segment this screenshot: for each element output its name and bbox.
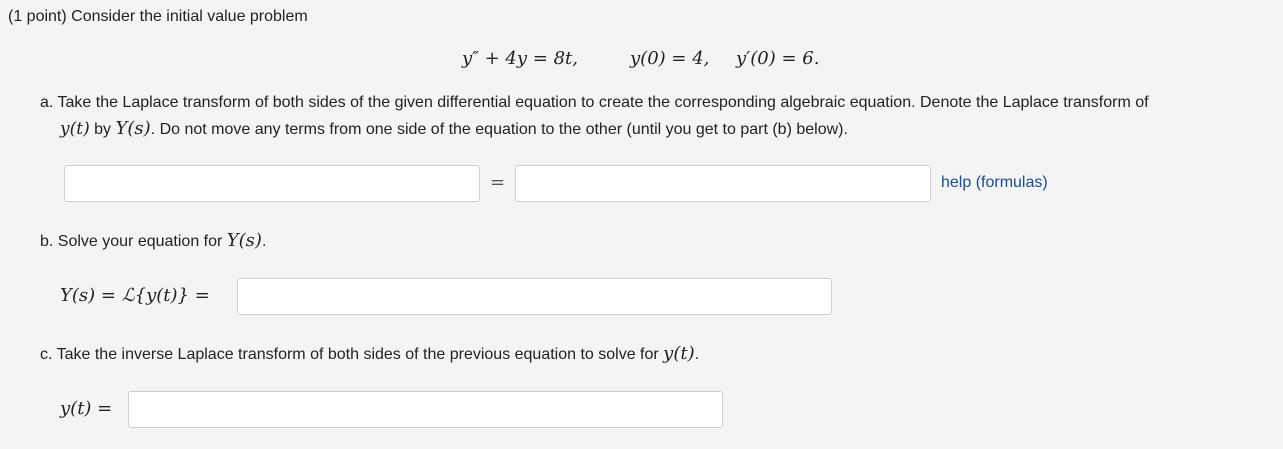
- ode-equation: y″ + 4y = 8t,: [462, 48, 578, 69]
- problem-intro: (1 point) Consider the initial value pro…: [8, 8, 308, 25]
- math-Y-of-s: Y(s): [226, 230, 262, 251]
- help-formulas-link[interactable]: help (formulas): [941, 174, 1048, 192]
- laplace-right-side-input[interactable]: [515, 165, 931, 202]
- y-of-t-input[interactable]: [128, 391, 723, 428]
- math-y-of-t: y(t): [663, 343, 695, 364]
- laplace-left-side-input[interactable]: [64, 165, 480, 202]
- part-a-by-text: by: [89, 121, 116, 138]
- part-c-period: .: [694, 346, 700, 363]
- math-Y-of-s: Y(s): [115, 118, 151, 139]
- part-a-instructions-line1: a. Take the Laplace transform of both si…: [40, 94, 1149, 111]
- part-b-text: b. Solve your equation for: [40, 233, 227, 250]
- equals-sign: =: [490, 172, 506, 193]
- initial-condition-2: y′(0) = 6.: [736, 48, 820, 69]
- initial-condition-1: y(0) = 4,: [630, 48, 710, 69]
- part-b-period: .: [261, 233, 267, 250]
- Y-of-s-input[interactable]: [237, 278, 832, 315]
- part-b-answer-label: Y(s) = ℒ{y(t)} =: [60, 285, 210, 306]
- part-a-instructions-line2: y(t) by Y(s). Do not move any terms from…: [60, 118, 848, 139]
- math-y-of-t: y(t): [60, 119, 90, 139]
- part-b-instructions: b. Solve your equation for Y(s).: [40, 230, 266, 251]
- part-c-instructions: c. Take the inverse Laplace transform of…: [40, 343, 699, 364]
- part-a-rest-text: . Do not move any terms from one side of…: [150, 121, 848, 138]
- part-c-text: c. Take the inverse Laplace transform of…: [40, 346, 664, 363]
- part-c-answer-label: y(t) =: [60, 398, 113, 419]
